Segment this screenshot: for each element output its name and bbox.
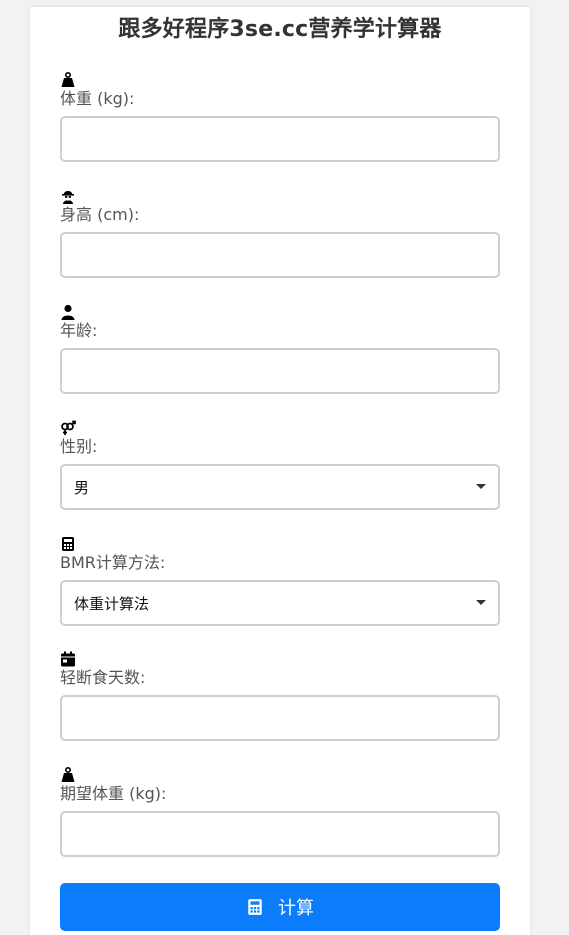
user-icon [61, 304, 75, 320]
calculator-card: 跟多好程序3se.cc营养学计算器 体重 (kg): 身高 (cm): 年龄: [30, 6, 530, 935]
calculator-icon [248, 899, 262, 915]
fasting-days-input[interactable] [60, 695, 500, 741]
chevron-down-icon [476, 600, 486, 605]
fasting-days-label: 轻断食天数: [60, 668, 146, 687]
bmr-method-label: BMR计算方法: [60, 553, 166, 572]
calculate-button-label: 计算 [278, 898, 314, 919]
calendar-icon [61, 651, 75, 667]
age-input[interactable] [60, 348, 500, 394]
weight-label: 体重 (kg): [60, 89, 135, 108]
height-input[interactable] [60, 232, 500, 278]
weight-input[interactable] [60, 116, 500, 162]
weight-icon [61, 72, 75, 87]
gender-label: 性别: [60, 437, 98, 456]
bmr-method-select-value: 体重计算法 [74, 594, 150, 613]
page-title: 跟多好程序3se.cc营养学计算器 [118, 17, 442, 42]
weight-group: 体重 (kg): [60, 72, 500, 162]
age-label: 年龄: [60, 321, 98, 340]
gender-select-value: 男 [74, 478, 90, 497]
height-label: 身高 (cm): [60, 205, 140, 224]
weight-icon [61, 767, 75, 782]
height-group: 身高 (cm): [60, 188, 500, 278]
fasting-days-group: 轻断食天数: [60, 651, 500, 741]
target-weight-label: 期望体重 (kg): [60, 784, 167, 803]
gender-group: 性别: 男 [60, 420, 500, 510]
bmr-method-select[interactable]: 体重计算法 [60, 580, 500, 626]
calculator-icon [62, 537, 74, 551]
target-weight-input[interactable] [60, 811, 500, 857]
bmr-method-group: BMR计算方法: 体重计算法 [60, 536, 500, 626]
gender-select[interactable]: 男 [60, 464, 500, 510]
gender-icon [61, 420, 76, 435]
target-weight-group: 期望体重 (kg): [60, 767, 500, 857]
age-group: 年龄: [60, 304, 500, 394]
calculate-button[interactable]: 计算 [60, 883, 500, 931]
height-icon [62, 191, 74, 204]
chevron-down-icon [476, 484, 486, 489]
